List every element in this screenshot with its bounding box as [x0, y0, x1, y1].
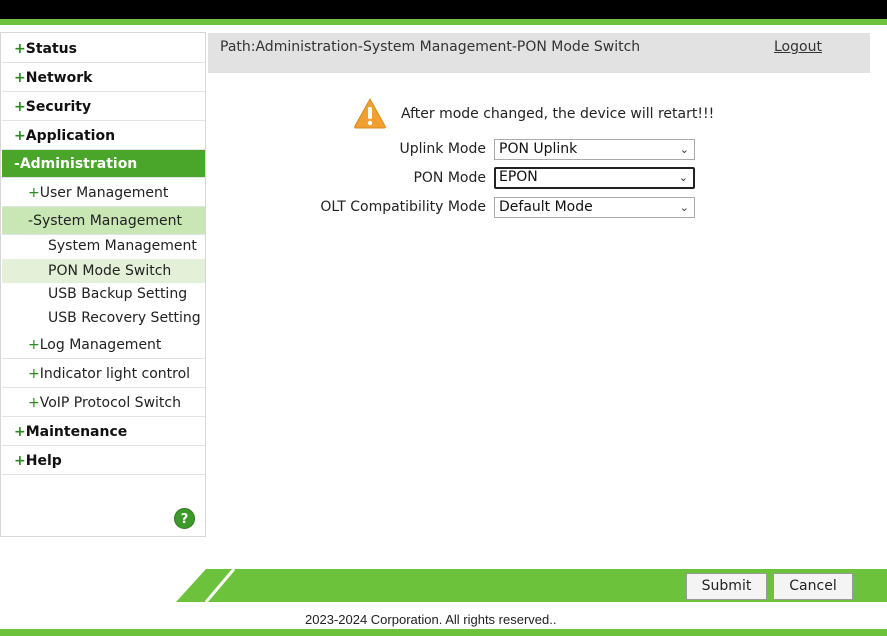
sidebar-leaf-usb-backup-setting[interactable]: USB Backup Setting — [2, 282, 205, 306]
submit-button[interactable]: Submit — [686, 573, 767, 600]
logout-link[interactable]: Logout — [774, 39, 822, 55]
sidebar-item-log-management[interactable]: +Log Management — [2, 331, 205, 359]
expand-sign: + — [28, 366, 40, 382]
sidebar-item-label: Administration — [19, 156, 138, 172]
pon-mode-select[interactable]: EPON ⌄ — [494, 167, 695, 189]
uplink-mode-select[interactable]: PON Uplink ⌄ — [494, 139, 695, 160]
sidebar-item-maintenance[interactable]: +Maintenance — [2, 418, 205, 446]
chevron-down-icon: ⌄ — [678, 171, 688, 184]
sidebar-item-label: VoIP Protocol Switch — [39, 395, 181, 411]
olt-compatibility-mode-value: Default Mode — [499, 199, 593, 215]
expand-sign: + — [28, 337, 40, 353]
breadcrumb-bar: Path:Administration-System Management-PO… — [208, 33, 870, 73]
uplink-mode-label: Uplink Mode — [399, 141, 487, 157]
sidebar-item-security[interactable]: +Security — [2, 93, 205, 121]
top-header-bar — [0, 0, 887, 19]
sidebar-item-label: Indicator light control — [39, 366, 191, 382]
restart-warning-text: After mode changed, the device will reta… — [401, 106, 715, 122]
bottom-accent-line — [0, 629, 887, 636]
pon-mode-value: EPON — [499, 169, 538, 185]
expand-sign: + — [14, 424, 26, 440]
sidebar-item-application[interactable]: +Application — [2, 122, 205, 150]
expand-sign: + — [28, 395, 40, 411]
chevron-down-icon: ⌄ — [679, 201, 689, 214]
expand-sign: + — [14, 41, 26, 57]
sidebar-item-system-management[interactable]: -System Management — [2, 207, 205, 235]
pon-mode-label: PON Mode — [413, 170, 486, 186]
expand-sign: + — [14, 70, 26, 86]
uplink-mode-value: PON Uplink — [499, 141, 578, 157]
sidebar-item-label: Status — [25, 41, 77, 57]
sidebar-leaf-usb-recovery-setting[interactable]: USB Recovery Setting — [2, 306, 205, 330]
sidebar-item-status[interactable]: +Status — [2, 35, 205, 63]
expand-sign: + — [14, 99, 26, 115]
sidebar-item-voip-protocol-switch[interactable]: +VoIP Protocol Switch — [2, 389, 205, 417]
breadcrumb: Path:Administration-System Management-PO… — [220, 39, 641, 55]
copyright-text: 2023-2024 Corporation. All rights reserv… — [305, 612, 557, 627]
help-icon[interactable]: ? — [174, 508, 195, 529]
sidebar-item-label: Maintenance — [25, 424, 128, 440]
sidebar-item-administration[interactable]: -Administration — [2, 150, 205, 178]
sidebar-item-label: System Management — [33, 213, 182, 229]
sidebar-item-label: Log Management — [39, 337, 162, 353]
sidebar-item-label: User Management — [39, 185, 169, 201]
sidebar-item-help[interactable]: +Help — [2, 447, 205, 475]
cancel-button[interactable]: Cancel — [773, 573, 853, 600]
expand-sign: + — [14, 453, 26, 469]
olt-compatibility-mode-select[interactable]: Default Mode ⌄ — [494, 197, 695, 218]
sidebar-leaf-system-management[interactable]: System Management — [2, 234, 205, 258]
sidebar-leaf-pon-mode-switch[interactable]: PON Mode Switch — [2, 259, 205, 283]
chevron-down-icon: ⌄ — [679, 143, 689, 156]
sidebar-menu: +Status +Network +Security +Application … — [0, 32, 206, 537]
expand-sign: + — [14, 128, 26, 144]
sidebar-item-label: Application — [25, 128, 116, 144]
sidebar-item-label: Help — [25, 453, 62, 469]
warning-icon — [354, 97, 386, 129]
sidebar-item-user-management[interactable]: +User Management — [2, 179, 205, 207]
sidebar-item-label: Network — [25, 70, 93, 86]
top-accent-line — [0, 19, 887, 25]
olt-compatibility-mode-label: OLT Compatibility Mode — [320, 199, 486, 215]
sidebar-item-network[interactable]: +Network — [2, 64, 205, 92]
sidebar-item-indicator-light-control[interactable]: +Indicator light control — [2, 360, 205, 388]
expand-sign: + — [28, 185, 40, 201]
sidebar-item-label: Security — [25, 99, 92, 115]
